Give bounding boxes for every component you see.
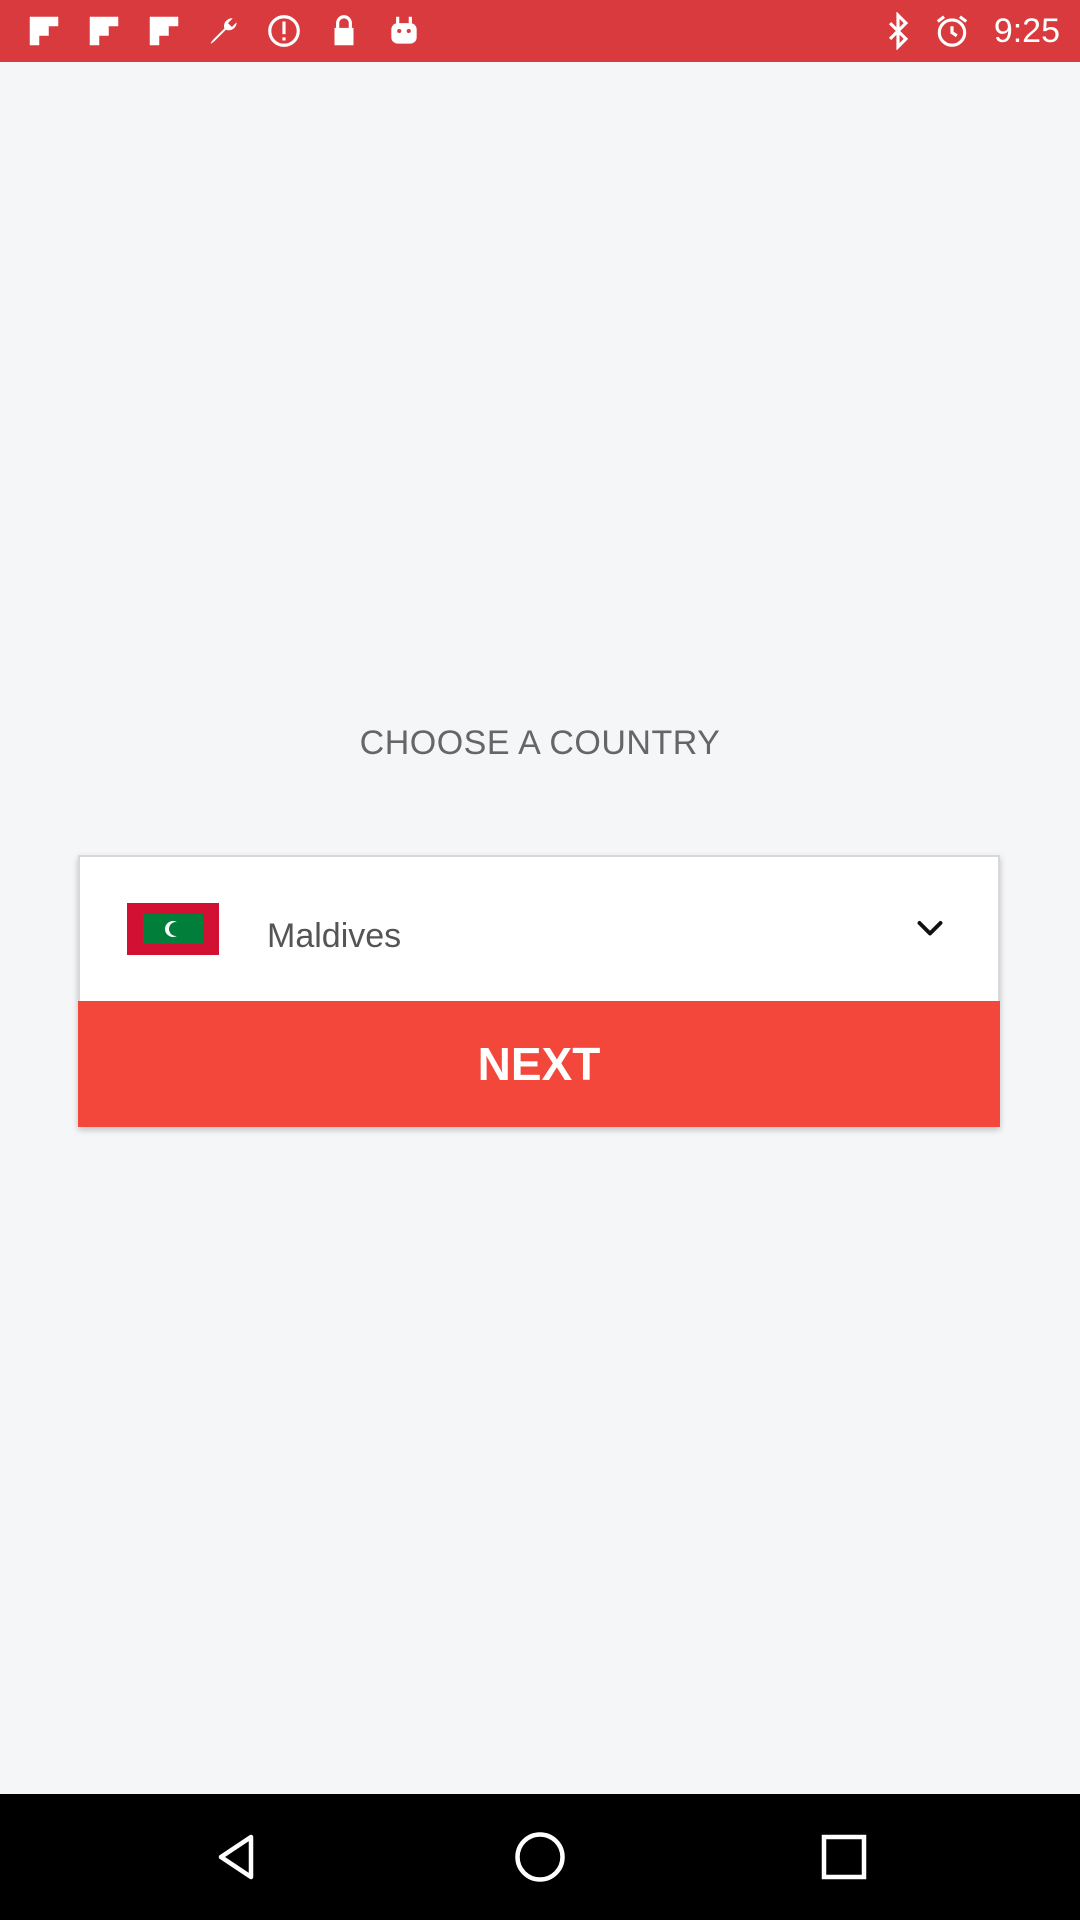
lock-icon — [324, 11, 364, 51]
chevron-down-icon[interactable] — [912, 911, 948, 947]
back-icon[interactable] — [206, 1827, 266, 1887]
wrench-icon — [204, 11, 244, 51]
flipboard-icon — [144, 11, 184, 51]
flipboard-icon — [24, 11, 64, 51]
alarm-icon — [932, 11, 972, 51]
next-button[interactable]: NEXT — [78, 1001, 1000, 1127]
home-icon[interactable] — [510, 1827, 570, 1887]
flag-green-field — [143, 914, 203, 944]
country-dropdown[interactable]: Maldives — [78, 855, 1000, 1003]
page-title: CHOOSE A COUNTRY — [359, 724, 721, 762]
bluetooth-icon — [878, 11, 918, 51]
country-card: Maldives NEXT — [78, 855, 1000, 1127]
navigation-bar — [0, 1794, 1080, 1920]
maldives-flag — [127, 903, 219, 955]
system-icons: 9:25 — [878, 10, 1060, 52]
alert-icon — [264, 11, 304, 51]
android-icon — [384, 11, 424, 51]
crescent-icon — [165, 921, 183, 937]
recents-icon[interactable] — [814, 1827, 874, 1887]
clock: 9:25 — [993, 11, 1060, 50]
status-bar: 9:25 — [0, 0, 1080, 62]
selected-country: Maldives — [267, 917, 402, 955]
notification-icons — [24, 10, 424, 52]
flipboard-icon — [84, 11, 124, 51]
